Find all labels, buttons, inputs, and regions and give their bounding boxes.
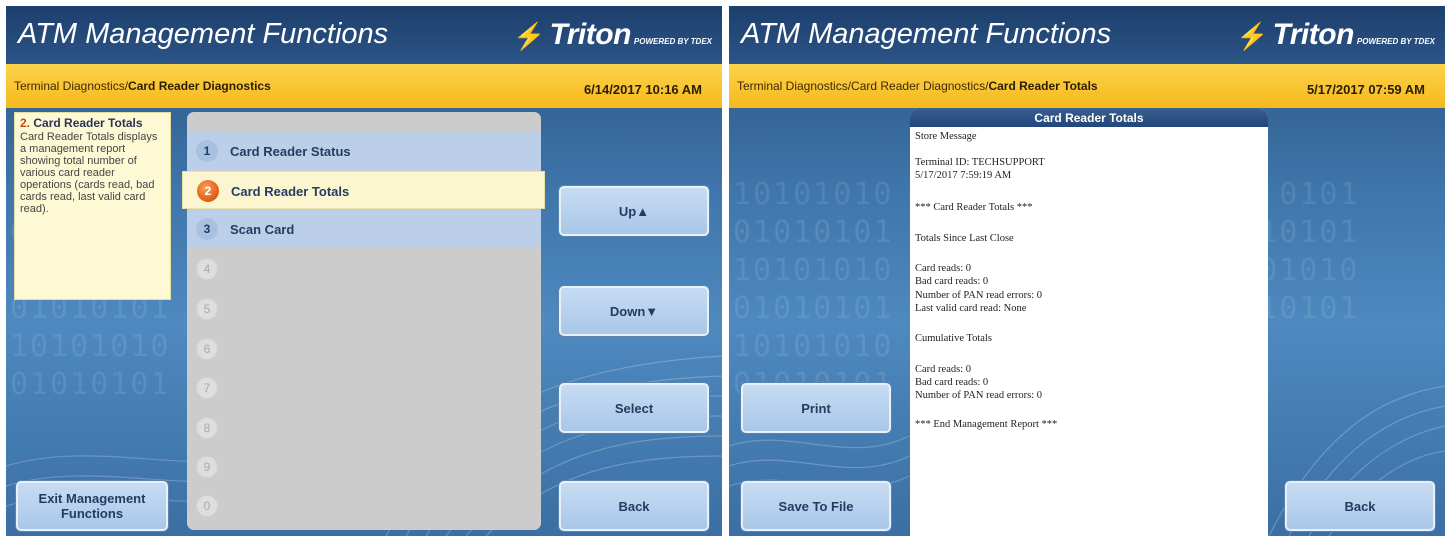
menu-item-empty: 9 bbox=[187, 448, 541, 486]
print-button[interactable]: Print bbox=[741, 383, 891, 433]
menu-number-badge: 3 bbox=[196, 218, 218, 240]
report-line: Bad card reads: 0 bbox=[915, 377, 989, 388]
help-text: Card Reader Totals displays a management… bbox=[20, 131, 158, 215]
triton-logo-icon: ⚡ bbox=[513, 21, 546, 51]
report-line: Number of PAN read errors: 0 bbox=[915, 390, 1043, 401]
menu-item-label: Card Reader Totals bbox=[231, 184, 350, 199]
menu-number-badge: 1 bbox=[196, 140, 218, 162]
menu-number-badge: 0 bbox=[196, 495, 218, 517]
save-to-file-button[interactable]: Save To File bbox=[741, 481, 891, 531]
back-button[interactable]: Back bbox=[1285, 481, 1435, 531]
menu-item-empty: 6 bbox=[187, 330, 541, 368]
logo-brand: Triton bbox=[1272, 18, 1354, 51]
menu-item-card-reader-status[interactable]: 1 Card Reader Status bbox=[187, 132, 541, 170]
logo-tagline: POWERED BY TDEX bbox=[1356, 37, 1435, 46]
menu-item-empty: 7 bbox=[187, 369, 541, 407]
down-button[interactable]: Down▼ bbox=[559, 286, 709, 336]
menu-number-badge: 6 bbox=[196, 338, 218, 360]
breadcrumb-bar: Terminal Diagnostics/Card Reader Diagnos… bbox=[6, 64, 722, 108]
select-button[interactable]: Select bbox=[559, 383, 709, 433]
menu-item-empty: 0 bbox=[187, 487, 541, 525]
report-line: Last valid card read: None bbox=[915, 303, 1027, 314]
breadcrumb-bar: Terminal Diagnostics/Card Reader Diagnos… bbox=[729, 64, 1445, 108]
report-line: Cumulative Totals bbox=[915, 333, 992, 344]
report-line: Store Message bbox=[915, 131, 977, 142]
menu-number-badge: 9 bbox=[196, 456, 218, 478]
app-title: ATM Management Functions bbox=[18, 18, 389, 50]
menu-item-empty: 8 bbox=[187, 409, 541, 447]
menu-number-badge: 5 bbox=[196, 298, 218, 320]
menu-item-label: Card Reader Status bbox=[230, 144, 351, 159]
triton-logo-icon: ⚡ bbox=[1236, 21, 1269, 51]
menu-number-badge: 8 bbox=[196, 417, 218, 439]
left-screen: 10101010 01010101 10101010 01010101 1010… bbox=[6, 6, 722, 536]
breadcrumb: Terminal Diagnostics/Card Reader Diagnos… bbox=[737, 79, 1098, 93]
report-line: *** End Management Report *** bbox=[915, 419, 1058, 430]
menu-number-badge: 4 bbox=[196, 258, 218, 280]
menu-item-empty: 5 bbox=[187, 290, 541, 328]
back-button[interactable]: Back bbox=[559, 481, 709, 531]
exit-management-functions-button[interactable]: Exit Management Functions bbox=[16, 481, 168, 531]
date-time: 6/14/2017 10:16 AM bbox=[583, 82, 702, 97]
right-screen: 10101010 01010101 10101010 01010101 1010… bbox=[729, 6, 1445, 536]
background-binary-digits: 10101010 01010101 10101010 01010101 1010… bbox=[733, 177, 894, 402]
report-line: Totals Since Last Close bbox=[915, 233, 1014, 244]
report-line: *** Card Reader Totals *** bbox=[915, 202, 1033, 213]
breadcrumb: Terminal Diagnostics/Card Reader Diagnos… bbox=[14, 79, 271, 93]
menu-number-badge: 7 bbox=[196, 377, 218, 399]
menu-item-card-reader-totals[interactable]: 2 Card Reader Totals bbox=[182, 171, 545, 209]
menu-list: 1 Card Reader Status 2 Card Reader Total… bbox=[182, 112, 545, 530]
report-line: Card reads: 0 bbox=[915, 263, 971, 274]
menu-number-badge: 2 bbox=[197, 180, 219, 202]
report-line: Card reads: 0 bbox=[915, 364, 971, 375]
menu-item-scan-card[interactable]: 3 Scan Card bbox=[187, 210, 541, 248]
report-line: Bad card reads: 0 bbox=[915, 276, 989, 287]
help-panel: 2. Card Reader Totals Card Reader Totals… bbox=[14, 112, 171, 300]
report-panel: Card Reader Totals Store Message Termina… bbox=[910, 109, 1268, 536]
report-line: Terminal ID: TECHSUPPORT bbox=[915, 157, 1045, 168]
report-line: 5/17/2017 7:59:19 AM bbox=[915, 170, 1012, 181]
help-title-text: Card Reader Totals bbox=[33, 116, 143, 130]
menu-item-label: Scan Card bbox=[230, 222, 295, 237]
triton-logo: ⚡ Triton POWERED BY TDEX bbox=[513, 18, 712, 52]
title-bar: ATM Management Functions ⚡ Triton POWERE… bbox=[729, 6, 1445, 64]
logo-tagline: POWERED BY TDEX bbox=[633, 37, 712, 46]
breadcrumb-current: Card Reader Diagnostics bbox=[128, 79, 271, 93]
title-bar: ATM Management Functions ⚡ Triton POWERE… bbox=[6, 6, 722, 64]
report-line: Number of PAN read errors: 0 bbox=[915, 290, 1043, 301]
help-number: 2. bbox=[20, 116, 31, 130]
date-time: 5/17/2017 07:59 AM bbox=[1306, 82, 1425, 97]
help-title: 2. Card Reader Totals bbox=[20, 116, 165, 130]
logo-brand: Triton bbox=[549, 18, 631, 51]
menu-item-empty: 4 bbox=[187, 250, 541, 288]
up-button[interactable]: Up▲ bbox=[559, 186, 709, 236]
app-title: ATM Management Functions bbox=[741, 18, 1112, 50]
triton-logo: ⚡ Triton POWERED BY TDEX bbox=[1236, 18, 1435, 52]
breadcrumb-path: Terminal Diagnostics/Card Reader Diagnos… bbox=[737, 79, 989, 93]
breadcrumb-path: Terminal Diagnostics/ bbox=[14, 79, 129, 93]
report-title: Card Reader Totals bbox=[910, 109, 1268, 127]
breadcrumb-current: Card Reader Totals bbox=[988, 79, 1098, 93]
